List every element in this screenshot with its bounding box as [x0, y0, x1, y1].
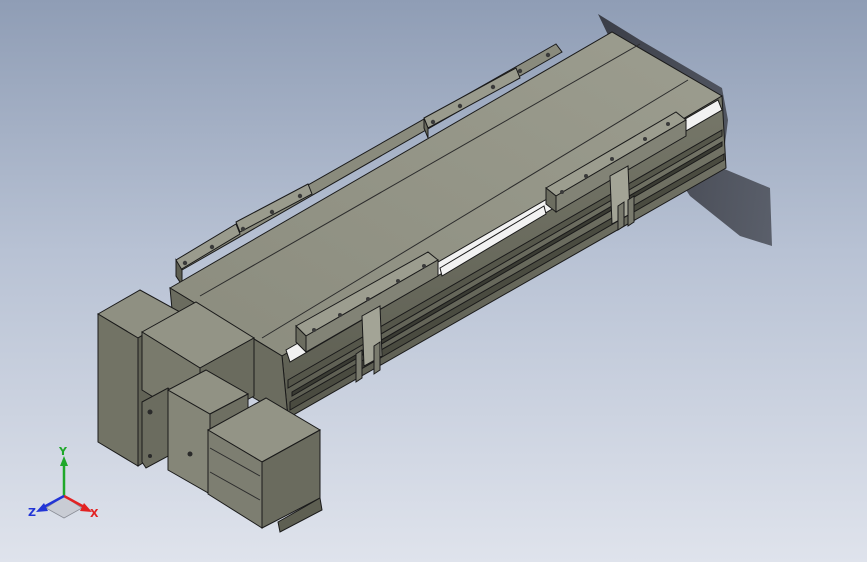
cad-viewport[interactable]: Y X Z [0, 0, 867, 562]
axis-z-label: Z [28, 506, 36, 519]
cad-model-view: Y X Z [28, 14, 772, 533]
axis-triad: Y X Z [28, 445, 99, 520]
axis-x-label: X [90, 507, 99, 520]
triad-base-plane [45, 495, 83, 519]
axis-y-label: Y [58, 445, 68, 458]
